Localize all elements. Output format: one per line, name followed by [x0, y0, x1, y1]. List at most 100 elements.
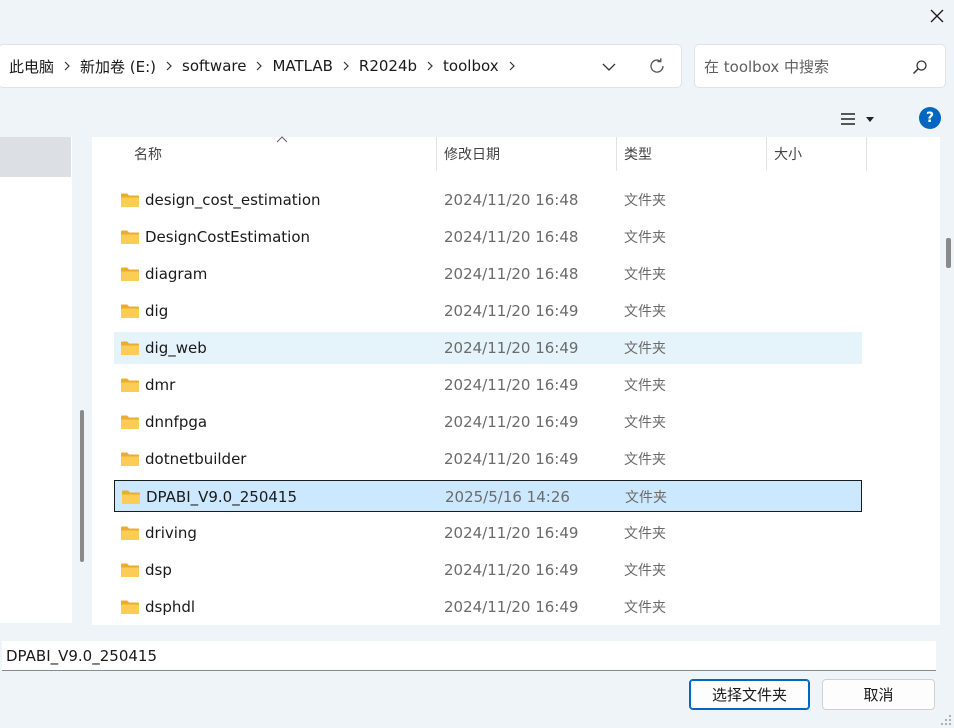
file-name: dsp: [145, 561, 172, 579]
cancel-button[interactable]: 取消: [822, 679, 935, 710]
refresh-button[interactable]: [646, 55, 668, 77]
file-date: 2024/11/20 16:49: [444, 450, 579, 468]
folder-icon: [120, 406, 140, 438]
file-name: design_cost_estimation: [145, 191, 321, 209]
select-folder-button[interactable]: 选择文件夹: [689, 679, 810, 710]
file-type: 文件夹: [624, 378, 666, 394]
column-header-name[interactable]: 名称: [134, 137, 162, 171]
folder-icon: [120, 221, 140, 253]
breadcrumb: 此电脑 新加卷 (E:) software MATLAB R2024b tool…: [6, 44, 522, 88]
file-name: dmr: [145, 376, 176, 394]
file-row[interactable]: dig 2024/11/20 16:49 文件夹: [114, 295, 862, 327]
file-name: dig: [145, 302, 169, 320]
file-name: dotnetbuilder: [145, 450, 247, 468]
file-date: 2024/11/20 16:49: [444, 413, 579, 431]
folder-icon: [120, 443, 140, 475]
view-options-button[interactable]: [840, 108, 886, 130]
caret-down-icon: [866, 116, 874, 122]
chevron-right-icon[interactable]: [502, 61, 522, 71]
file-row[interactable]: diagram 2024/11/20 16:48 文件夹: [114, 258, 862, 290]
file-list-scrollbar-thumb[interactable]: [946, 238, 951, 268]
search-input[interactable]: 在 toolbox 中搜索: [704, 56, 829, 77]
sort-ascending-icon: [276, 136, 288, 143]
resize-grip-icon[interactable]: [940, 714, 952, 726]
list-view-icon: [841, 113, 855, 125]
close-icon: [930, 9, 944, 23]
file-date: 2024/11/20 16:48: [444, 228, 579, 246]
file-type: 文件夹: [624, 304, 666, 320]
file-type: 文件夹: [624, 193, 666, 209]
nav-scrollbar-thumb[interactable]: [80, 410, 84, 562]
file-date: 2024/11/20 16:48: [444, 191, 579, 209]
folder-icon: [120, 295, 140, 327]
file-date: 2024/11/20 16:49: [444, 598, 579, 616]
file-row[interactable]: dig_web 2024/11/20 16:49 文件夹: [114, 332, 862, 364]
chevron-down-icon: [602, 63, 616, 71]
file-name: dig_web: [145, 339, 207, 357]
search-icon[interactable]: [910, 57, 930, 77]
file-row[interactable]: DPABI_V9.0_250415 2025/5/16 14:26 文件夹: [114, 480, 862, 512]
file-row[interactable]: dsphdl 2024/11/20 16:49 文件夹: [114, 591, 862, 623]
folder-icon: [120, 258, 140, 290]
file-date: 2024/11/20 16:48: [444, 265, 579, 283]
partially-hidden-row: [114, 171, 414, 177]
folder-icon: [120, 554, 140, 586]
folder-icon: [120, 369, 140, 401]
breadcrumb-item-drive[interactable]: 新加卷 (E:): [77, 56, 159, 77]
file-date: 2024/11/20 16:49: [444, 302, 579, 320]
breadcrumb-item-matlab[interactable]: MATLAB: [269, 57, 335, 75]
folder-icon: [120, 184, 140, 216]
file-name: diagram: [145, 265, 208, 283]
file-type: 文件夹: [624, 415, 666, 431]
file-type: 文件夹: [624, 563, 666, 579]
file-name: dnnfpga: [145, 413, 208, 431]
help-button[interactable]: ?: [919, 107, 941, 129]
folder-icon: [120, 591, 140, 623]
breadcrumb-item-this-pc[interactable]: 此电脑: [6, 56, 57, 77]
file-type: 文件夹: [625, 490, 667, 506]
refresh-icon: [650, 58, 664, 73]
address-history-button[interactable]: [598, 56, 620, 78]
chevron-right-icon[interactable]: [249, 61, 269, 71]
file-row[interactable]: dnnfpga 2024/11/20 16:49 文件夹: [114, 406, 862, 438]
file-date: 2024/11/20 16:49: [444, 561, 579, 579]
file-name: DesignCostEstimation: [145, 228, 311, 246]
column-header-size[interactable]: 大小: [774, 137, 802, 171]
breadcrumb-item-toolbox[interactable]: toolbox: [440, 57, 502, 75]
chevron-right-icon[interactable]: [159, 61, 179, 71]
file-type: 文件夹: [624, 230, 666, 246]
file-type: 文件夹: [624, 526, 666, 542]
folder-icon: [120, 332, 140, 364]
column-divider[interactable]: [436, 137, 437, 171]
file-date: 2024/11/20 16:49: [444, 339, 579, 357]
file-row[interactable]: DesignCostEstimation 2024/11/20 16:48 文件夹: [114, 221, 862, 253]
file-type: 文件夹: [624, 452, 666, 468]
folder-name-input[interactable]: [2, 641, 936, 671]
file-row[interactable]: design_cost_estimation 2024/11/20 16:48 文件…: [114, 184, 862, 216]
breadcrumb-item-software[interactable]: software: [179, 57, 249, 75]
navigation-pane[interactable]: [0, 137, 72, 623]
column-header-type[interactable]: 类型: [624, 137, 652, 171]
file-row[interactable]: dotnetbuilder 2024/11/20 16:49 文件夹: [114, 443, 862, 475]
nav-item-selected[interactable]: [0, 137, 71, 177]
chevron-right-icon[interactable]: [420, 61, 440, 71]
file-type: 文件夹: [624, 267, 666, 283]
file-date: 2025/5/16 14:26: [445, 488, 570, 506]
file-type: 文件夹: [624, 341, 666, 357]
file-name: DPABI_V9.0_250415: [146, 488, 297, 506]
file-row[interactable]: dsp 2024/11/20 16:49 文件夹: [114, 554, 862, 586]
chevron-right-icon[interactable]: [57, 61, 77, 71]
chevron-right-icon[interactable]: [336, 61, 356, 71]
close-button[interactable]: [920, 0, 954, 32]
folder-icon: [121, 481, 141, 513]
breadcrumb-item-r2024b[interactable]: R2024b: [356, 57, 420, 75]
file-row[interactable]: dmr 2024/11/20 16:49 文件夹: [114, 369, 862, 401]
file-name: driving: [145, 524, 197, 542]
file-date: 2024/11/20 16:49: [444, 376, 579, 394]
file-row[interactable]: driving 2024/11/20 16:49 文件夹: [114, 517, 862, 549]
column-header-date[interactable]: 修改日期: [444, 137, 500, 171]
column-divider[interactable]: [766, 137, 767, 171]
column-divider[interactable]: [616, 137, 617, 171]
file-name: dsphdl: [145, 598, 196, 616]
column-divider[interactable]: [866, 137, 867, 171]
